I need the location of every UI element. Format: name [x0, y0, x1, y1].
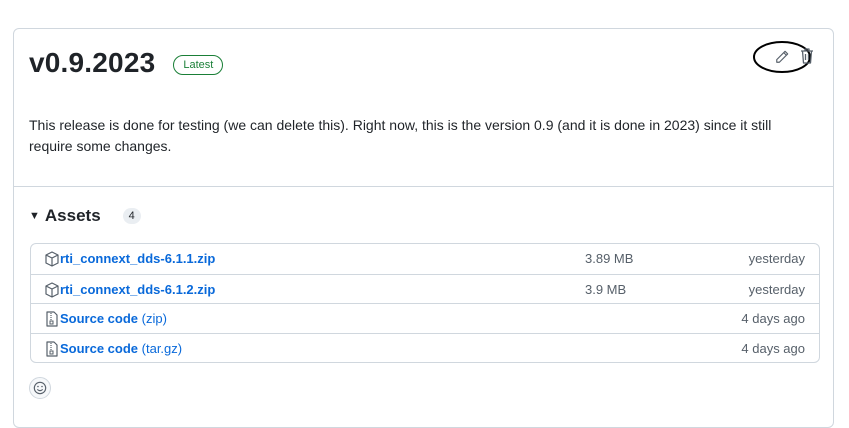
- asset-size: 3.9 MB: [585, 281, 627, 297]
- asset-link[interactable]: rti_connext_dds-6.1.1.zip: [60, 251, 215, 266]
- package-icon: [45, 251, 59, 267]
- asset-link[interactable]: Source code (tar.gz): [60, 341, 182, 356]
- asset-date: yesterday: [748, 251, 805, 266]
- release-header: v0.9.2023 Latest: [29, 47, 818, 79]
- caret-down-icon: ▼: [29, 210, 40, 222]
- asset-link[interactable]: Source code (zip): [60, 311, 167, 326]
- assets-list: rti_connext_dds-6.1.1.zip 3.89 MB yester…: [30, 243, 820, 363]
- smiley-icon: [33, 381, 47, 395]
- asset-row: Source code (zip) 4 days ago: [31, 303, 819, 333]
- latest-badge: Latest: [173, 55, 224, 75]
- asset-link[interactable]: rti_connext_dds-6.1.2.zip: [60, 282, 215, 297]
- release-description: This release is done for testing (we can…: [29, 117, 772, 154]
- asset-row: Source code (tar.gz) 4 days ago: [31, 332, 819, 363]
- package-icon: [45, 281, 59, 298]
- assets-count-badge: 4: [122, 208, 141, 224]
- assets-title: Assets: [44, 206, 101, 225]
- assets-toggle[interactable]: ▼ Assets 4: [29, 206, 141, 226]
- trash-icon[interactable]: [799, 47, 815, 65]
- file-zip-icon: [46, 311, 58, 327]
- file-zip-icon: [46, 340, 58, 357]
- asset-size: 3.89 MB: [585, 251, 634, 266]
- release-title[interactable]: v0.9.2023: [29, 47, 155, 79]
- asset-row: rti_connext_dds-6.1.1.zip 3.89 MB yester…: [31, 244, 819, 274]
- asset-date: 4 days ago: [741, 311, 805, 326]
- release-card: v0.9.2023 Latest This release is done fo…: [13, 28, 834, 428]
- add-reaction-button[interactable]: [29, 377, 51, 399]
- divider: [14, 186, 833, 187]
- asset-date: 4 days ago: [741, 340, 805, 356]
- asset-row: rti_connext_dds-6.1.2.zip 3.9 MB yesterd…: [31, 273, 819, 304]
- asset-date: yesterday: [748, 281, 805, 297]
